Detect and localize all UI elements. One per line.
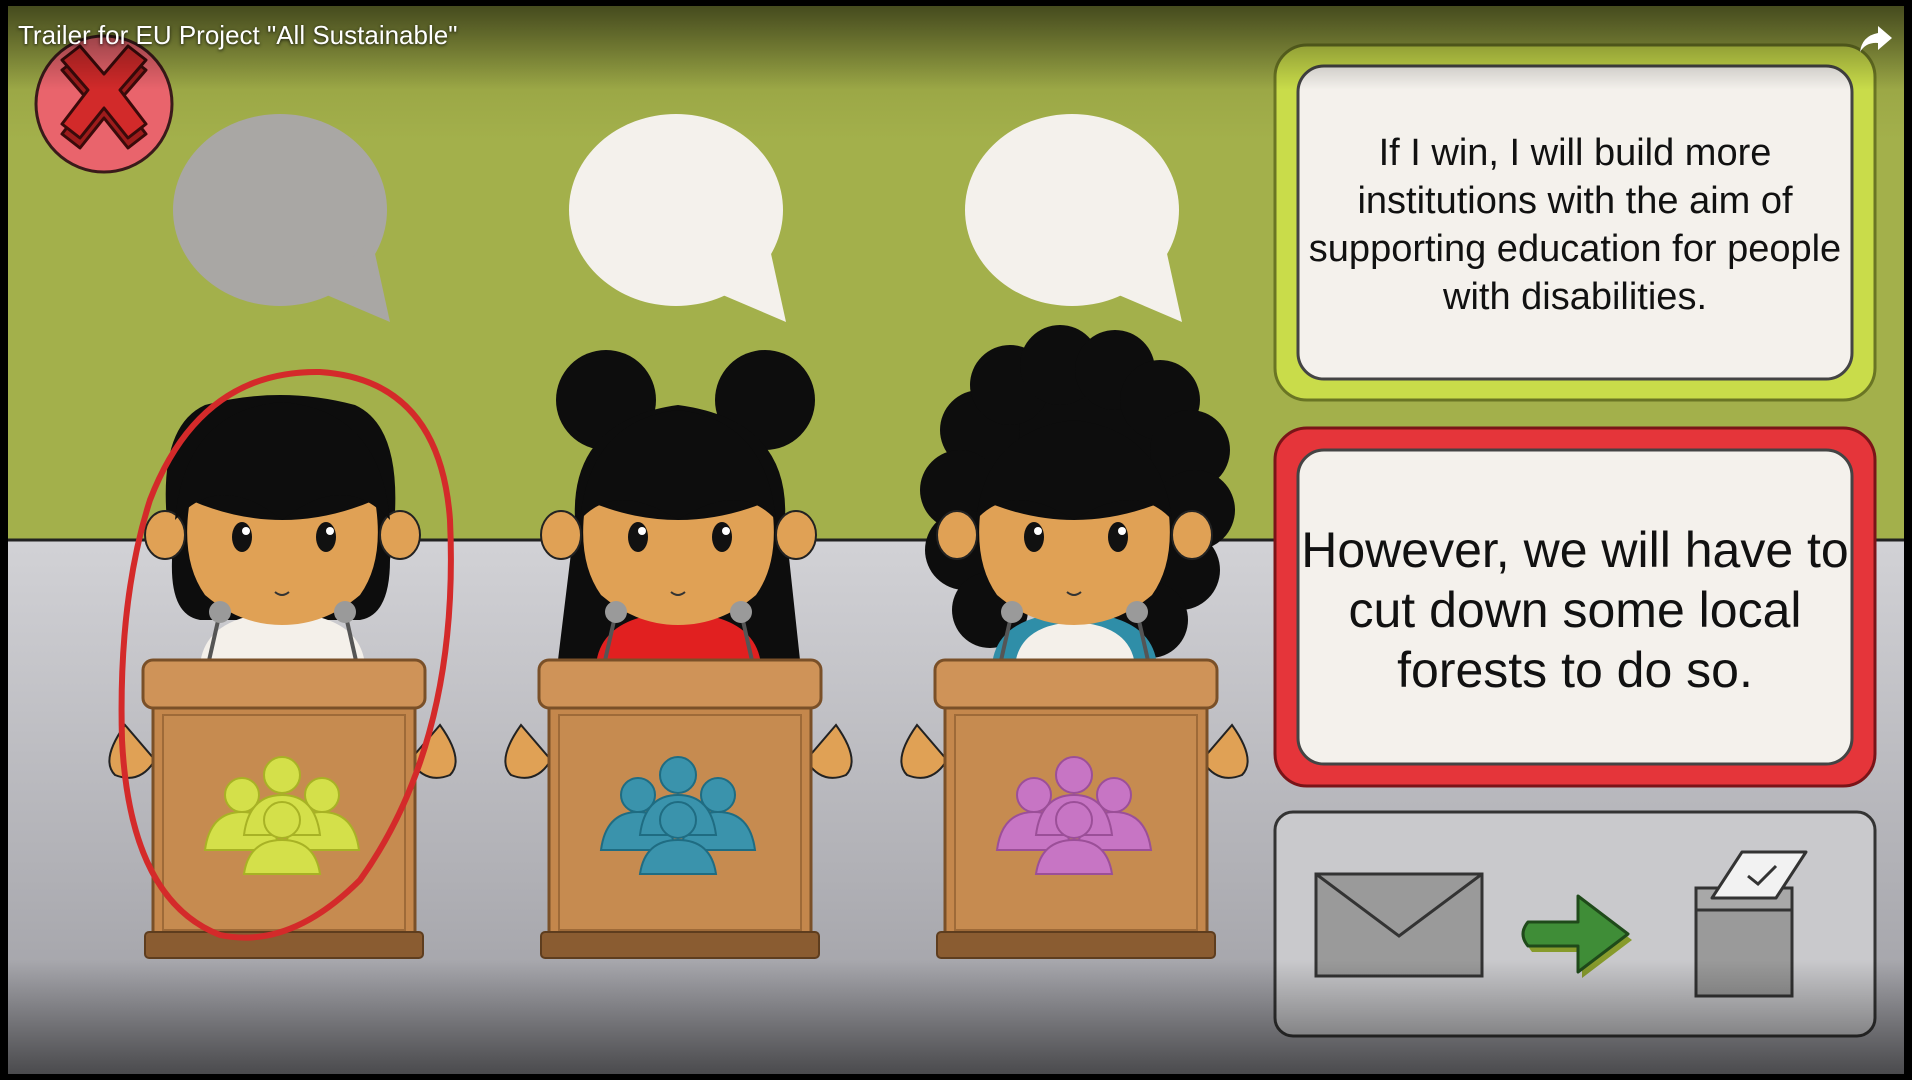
vote-panel xyxy=(1273,810,1877,1038)
podium-pink xyxy=(933,658,1219,959)
video-player[interactable]: Trailer for EU Project "All Sustainable"… xyxy=(0,0,1912,1080)
envelope-icon xyxy=(1314,872,1484,978)
consequence-text: However, we will have to cut down some l… xyxy=(1301,522,1849,698)
podium-blue xyxy=(537,658,823,959)
close-x-icon[interactable] xyxy=(34,34,174,174)
video-title[interactable]: Trailer for EU Project "All Sustainable" xyxy=(18,20,457,51)
promise-text: If I win, I will build more institutions… xyxy=(1308,132,1842,318)
share-arrow-icon[interactable] xyxy=(1856,18,1896,58)
